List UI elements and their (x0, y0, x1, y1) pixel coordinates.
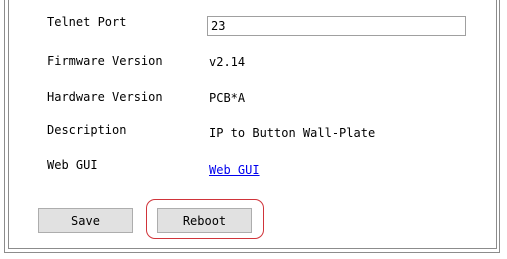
description-label: Description (47, 123, 127, 137)
settings-panel: Telnet Port Firmware Version v2.14 Hardw… (0, 0, 507, 259)
hardware-version-value: PCB*A (209, 91, 246, 105)
save-button[interactable]: Save (38, 208, 133, 233)
telnet-port-label: Telnet Port (47, 15, 127, 29)
hardware-version-label: Hardware Version (47, 90, 163, 104)
panel-border (8, 0, 9, 248)
panel-border (499, 0, 500, 252)
panel-border (4, 0, 5, 252)
description-value: IP to Button Wall-Plate (209, 126, 376, 140)
panel-border (8, 248, 497, 249)
web-gui-link[interactable]: Web GUI (209, 163, 260, 177)
web-gui-label: Web GUI (47, 158, 98, 172)
panel-border (496, 0, 497, 248)
telnet-port-input[interactable] (207, 16, 466, 36)
firmware-version-label: Firmware Version (47, 54, 163, 68)
reboot-button[interactable]: Reboot (157, 208, 252, 233)
firmware-version-value: v2.14 (209, 55, 246, 69)
panel-border (4, 252, 500, 253)
